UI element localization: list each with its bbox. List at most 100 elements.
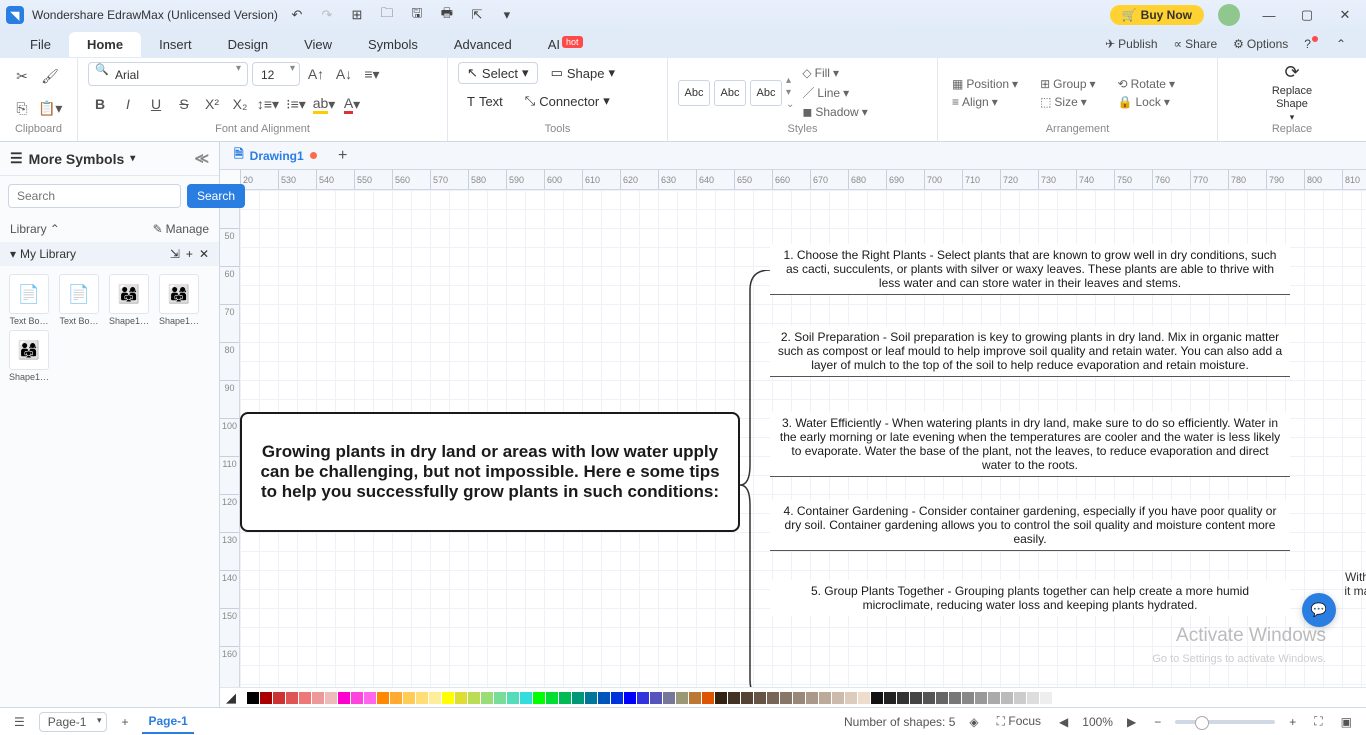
color-picker-icon[interactable]: ◢ — [226, 690, 242, 706]
copy-button[interactable]: ⎘ — [10, 97, 34, 121]
lib-add-icon[interactable]: + — [186, 247, 193, 261]
color-swatch[interactable] — [754, 692, 766, 704]
color-swatch[interactable] — [728, 692, 740, 704]
superscript-button[interactable]: X² — [200, 92, 224, 116]
color-swatch[interactable] — [533, 692, 545, 704]
publish-button[interactable]: ✈Publish — [1097, 33, 1165, 55]
color-swatch[interactable] — [624, 692, 636, 704]
color-swatch[interactable] — [572, 692, 584, 704]
increase-font-button[interactable]: A↑ — [304, 62, 328, 86]
shape-tool[interactable]: ▭Shape▾ — [542, 62, 624, 84]
list-item[interactable]: 📄Text Bo… — [56, 274, 102, 326]
zoom-out-button[interactable]: − — [1150, 713, 1165, 731]
tip-shape[interactable]: 4. Container Gardening - Consider contai… — [770, 500, 1290, 551]
undo-button[interactable]: ↶ — [286, 4, 308, 26]
color-swatch[interactable] — [806, 692, 818, 704]
format-painter-button[interactable]: 🖌 — [38, 64, 62, 88]
lib-close-icon[interactable]: ✕ — [199, 247, 209, 261]
color-swatch[interactable] — [611, 692, 623, 704]
color-swatch[interactable] — [910, 692, 922, 704]
shadow-button[interactable]: ◼ Shadow▾ — [798, 104, 871, 120]
color-swatch[interactable] — [663, 692, 675, 704]
color-swatch[interactable] — [780, 692, 792, 704]
color-swatch[interactable] — [741, 692, 753, 704]
color-swatch[interactable] — [689, 692, 701, 704]
color-swatch[interactable] — [364, 692, 376, 704]
lock-button[interactable]: 🔒 Lock▾ — [1114, 94, 1179, 110]
layers-button[interactable]: ◈ — [965, 713, 982, 731]
font-size-select[interactable]: 12 — [252, 62, 300, 86]
next-page-button[interactable]: ▶ — [1123, 713, 1140, 731]
color-swatch[interactable] — [507, 692, 519, 704]
line-button[interactable]: ／ Line▾ — [798, 83, 871, 102]
font-name-select[interactable]: Arial — [88, 62, 248, 86]
help-button[interactable]: ? — [1296, 33, 1328, 55]
color-swatch[interactable] — [962, 692, 974, 704]
color-swatch[interactable] — [871, 692, 883, 704]
close-button[interactable]: ✕ — [1330, 4, 1360, 26]
drawing-canvas[interactable]: Growing plants in dry land or areas with… — [240, 190, 1366, 691]
open-button[interactable]: 🗀 — [376, 4, 398, 26]
cut-button[interactable]: ✂ — [10, 64, 34, 88]
document-tab[interactable]: 🗎 Drawing1 — [220, 141, 331, 170]
size-button[interactable]: ⬚ Size▾ — [1036, 94, 1099, 110]
menu-file[interactable]: File — [12, 32, 69, 57]
italic-button[interactable]: I — [116, 92, 140, 116]
color-swatch[interactable] — [494, 692, 506, 704]
more-symbols-header[interactable]: ☰ More Symbols▾ ≪ — [0, 142, 219, 176]
color-swatch[interactable] — [429, 692, 441, 704]
color-swatch[interactable] — [1040, 692, 1052, 704]
color-swatch[interactable] — [455, 692, 467, 704]
bracket-connector[interactable] — [740, 270, 770, 691]
color-swatch[interactable] — [1027, 692, 1039, 704]
group-button[interactable]: ⊞ Group▾ — [1036, 76, 1099, 92]
color-swatch[interactable] — [832, 692, 844, 704]
connector-tool[interactable]: ⤡Connector▾ — [516, 90, 619, 112]
minimize-button[interactable]: — — [1254, 4, 1284, 26]
page-selector[interactable]: Page-1 — [39, 712, 108, 732]
underline-button[interactable]: U — [144, 92, 168, 116]
collapse-sidebar-button[interactable]: ≪ — [194, 150, 209, 167]
search-button[interactable]: Search — [187, 184, 245, 208]
color-swatch[interactable] — [676, 692, 688, 704]
export-button[interactable]: ⇱ — [466, 4, 488, 26]
color-swatch[interactable] — [884, 692, 896, 704]
color-swatch[interactable] — [351, 692, 363, 704]
new-button[interactable]: ⊞ — [346, 4, 368, 26]
color-swatch[interactable] — [715, 692, 727, 704]
color-swatch[interactable] — [273, 692, 285, 704]
zoom-in-button[interactable]: + — [1285, 713, 1300, 731]
save-button[interactable]: 🖫 — [406, 4, 428, 26]
bold-button[interactable]: B — [88, 92, 112, 116]
font-color-button[interactable]: A▾ — [340, 92, 364, 116]
highlight-button[interactable]: ab▾ — [312, 92, 336, 116]
tip-shape[interactable]: 1. Choose the Right Plants - Select plan… — [770, 244, 1290, 295]
color-swatch[interactable] — [325, 692, 337, 704]
print-button[interactable]: 🖶 — [436, 4, 458, 26]
color-swatch[interactable] — [312, 692, 324, 704]
options-button[interactable]: ⚙Options — [1225, 33, 1296, 55]
color-swatch[interactable] — [858, 692, 870, 704]
color-swatch[interactable] — [650, 692, 662, 704]
my-library-header[interactable]: ▾My Library ⇲ + ✕ — [0, 242, 219, 266]
color-swatch[interactable] — [442, 692, 454, 704]
subscript-button[interactable]: X₂ — [228, 92, 252, 116]
color-swatch[interactable] — [1001, 692, 1013, 704]
tip-shape[interactable]: 5. Group Plants Together - Grouping plan… — [770, 580, 1290, 616]
align-button[interactable]: ≡▾ — [360, 62, 384, 86]
color-swatch[interactable] — [416, 692, 428, 704]
tip-shape[interactable]: 2. Soil Preparation - Soil preparation i… — [770, 326, 1290, 377]
color-swatch[interactable] — [988, 692, 1000, 704]
qat-dropdown[interactable]: ▾ — [496, 4, 518, 26]
color-swatch[interactable] — [559, 692, 571, 704]
select-tool[interactable]: ↖Select▾ — [458, 62, 538, 84]
color-swatch[interactable] — [468, 692, 480, 704]
library-dropdown[interactable]: Library ⌃ — [10, 222, 60, 236]
color-swatch[interactable] — [975, 692, 987, 704]
buy-now-button[interactable]: 🛒Buy Now — [1110, 5, 1204, 25]
line-spacing-button[interactable]: ↕≡▾ — [256, 92, 280, 116]
color-swatch[interactable] — [1053, 692, 1065, 704]
color-swatch[interactable] — [936, 692, 948, 704]
color-swatch[interactable] — [598, 692, 610, 704]
replace-shape-button[interactable]: ⟳ Replace Shape ▾ — [1260, 62, 1324, 122]
